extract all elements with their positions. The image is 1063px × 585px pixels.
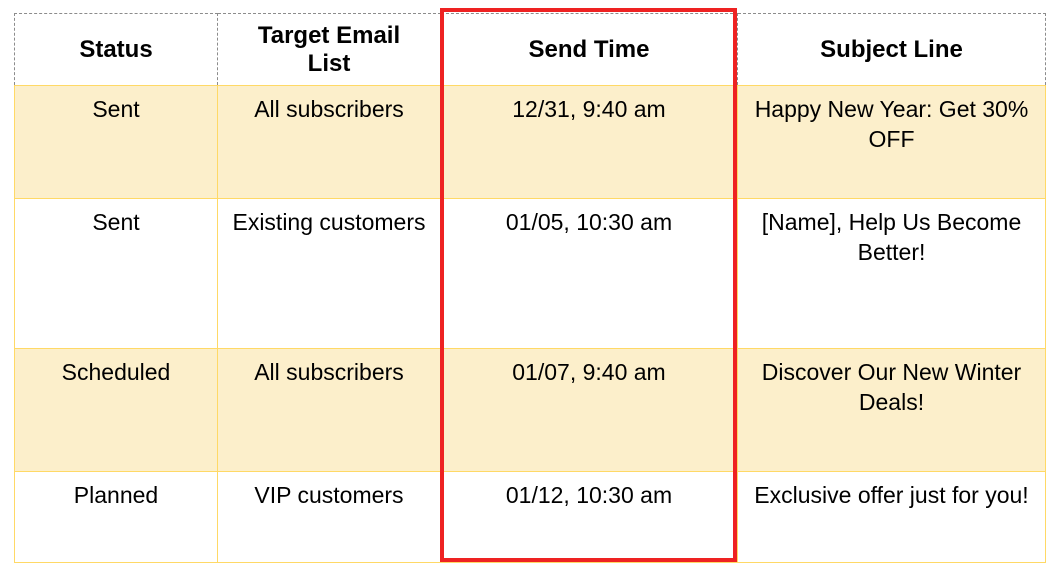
cell-send-time: 01/12, 10:30 am	[440, 471, 738, 563]
column-header-status[interactable]: Status	[14, 13, 218, 86]
column-header-target-email-list[interactable]: Target Email List	[217, 13, 441, 86]
table-row: Scheduled All subscribers 01/07, 9:40 am…	[14, 348, 1046, 472]
column-header-subject-line[interactable]: Subject Line	[737, 13, 1046, 86]
cell-send-time: 12/31, 9:40 am	[440, 85, 738, 199]
cell-status: Scheduled	[14, 348, 218, 472]
cell-status: Planned	[14, 471, 218, 563]
cell-target-email-list: All subscribers	[217, 348, 441, 472]
campaign-schedule-table: Status Target Email List Send Time Subjec…	[14, 13, 1046, 563]
header-row: Status Target Email List Send Time Subjec…	[14, 13, 1046, 86]
cell-status: Sent	[14, 198, 218, 349]
cell-target-email-list: All subscribers	[217, 85, 441, 199]
cell-subject-line: Discover Our New Winter Deals!	[737, 348, 1046, 472]
column-header-send-time[interactable]: Send Time	[440, 13, 738, 86]
table-header: Status Target Email List Send Time Subjec…	[14, 13, 1046, 86]
cell-target-email-list: VIP customers	[217, 471, 441, 563]
cell-subject-line: Exclusive offer just for you!	[737, 471, 1046, 563]
cell-target-email-list: Existing customers	[217, 198, 441, 349]
campaign-schedule-table-container: Status Target Email List Send Time Subjec…	[14, 8, 1046, 563]
cell-subject-line: [Name], Help Us Become Better!	[737, 198, 1046, 349]
column-header-target-email-list-line2: List	[307, 49, 351, 77]
table-row: Planned VIP customers 01/12, 10:30 am Ex…	[14, 471, 1046, 563]
table-row: Sent Existing customers 01/05, 10:30 am …	[14, 198, 1046, 349]
table-row: Sent All subscribers 12/31, 9:40 am Happ…	[14, 85, 1046, 199]
cell-status: Sent	[14, 85, 218, 199]
table-body: Sent All subscribers 12/31, 9:40 am Happ…	[14, 85, 1046, 563]
column-header-target-email-list-line1: Target Email	[257, 21, 401, 49]
cell-subject-line: Happy New Year: Get 30% OFF	[737, 85, 1046, 199]
cell-send-time: 01/07, 9:40 am	[440, 348, 738, 472]
cell-send-time: 01/05, 10:30 am	[440, 198, 738, 349]
